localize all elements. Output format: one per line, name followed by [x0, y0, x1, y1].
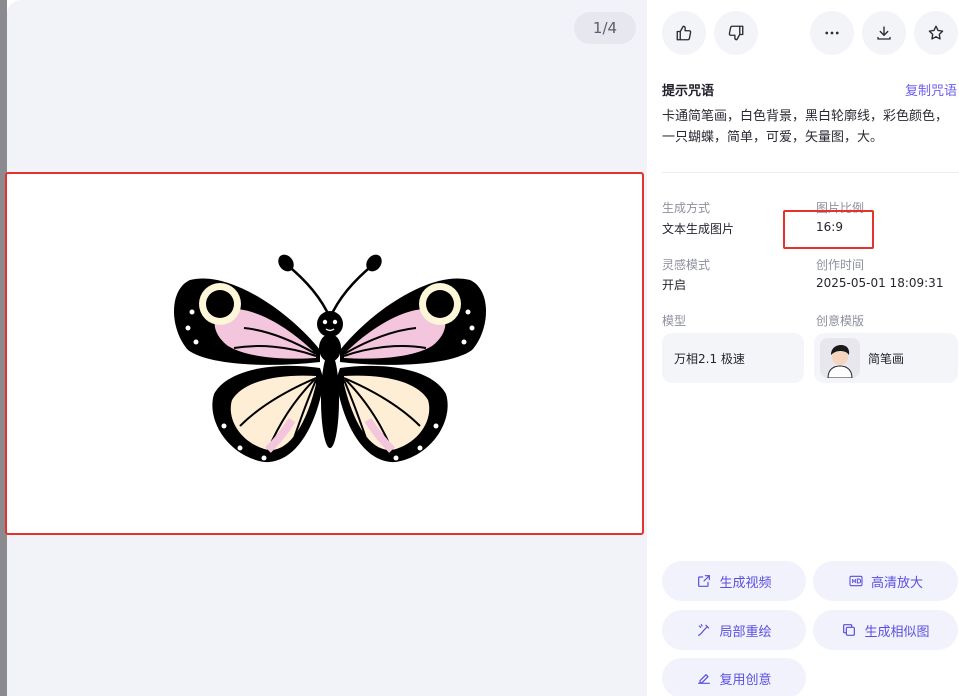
share-video-icon	[698, 575, 711, 587]
divider	[662, 172, 959, 173]
generate-video-label: 生成视频	[719, 575, 772, 591]
generate-video-button[interactable]: 生成视频	[662, 561, 806, 601]
copy-similar-icon	[843, 624, 856, 636]
hd-upscale-label: 高清放大	[870, 575, 923, 591]
hd-icon	[849, 575, 863, 587]
star-icon	[928, 25, 944, 40]
created-label: 创作时间	[816, 258, 865, 272]
gen-method-label: 生成方式	[662, 201, 711, 215]
thumbs-up-icon	[676, 25, 692, 41]
reuse-idea-label: 复用创意	[719, 672, 772, 688]
prompt-title: 提示咒语	[662, 84, 715, 99]
more-button[interactable]	[810, 11, 854, 55]
edit-icon	[698, 674, 711, 684]
model-label: 模型	[662, 314, 687, 328]
more-icon	[825, 31, 839, 35]
partial-redraw-label: 局部重绘	[719, 624, 772, 640]
avatar-illustration-icon	[820, 338, 860, 378]
inspiration-label: 灵感模式	[662, 258, 711, 272]
template-label: 创意模版	[816, 314, 865, 328]
model-card[interactable]: 万相2.1 极速	[662, 333, 804, 383]
hd-upscale-button[interactable]: 高清放大	[813, 561, 958, 601]
template-value: 简笔画	[868, 351, 905, 366]
download-button[interactable]	[862, 11, 906, 55]
generate-similar-button[interactable]: 生成相似图	[813, 610, 958, 650]
butterfly-image	[174, 254, 486, 463]
prompt-text: 卡通简笔画，白色背景，黑白轮廓线，彩色颜色，一只蝴蝶，简单，可爱，矢量图，大。	[662, 109, 949, 145]
template-avatar	[820, 338, 860, 378]
app-window: 1/4 提示咒语 复制咒语 卡通简笔画，白色背景，黑白轮廓线，彩色颜色，一只蝴蝶…	[0, 0, 959, 696]
generate-similar-label: 生成相似图	[864, 624, 930, 640]
gen-method-value: 文本生成图片	[662, 222, 735, 236]
template-card[interactable]: 简笔画	[814, 333, 958, 383]
dislike-button[interactable]	[714, 11, 758, 55]
created-value: 2025-05-01 18:09:31	[816, 276, 944, 290]
inspiration-value: 开启	[662, 278, 687, 292]
reuse-idea-button[interactable]: 复用创意	[662, 658, 806, 696]
page-counter: 1/4	[574, 12, 636, 44]
partial-redraw-button[interactable]: 局部重绘	[662, 610, 806, 650]
brush-icon	[698, 624, 710, 636]
ratio-highlight-box	[783, 210, 874, 249]
thumbs-down-icon	[728, 25, 744, 41]
favorite-button[interactable]	[914, 11, 958, 55]
copy-prompt-link[interactable]: 复制咒语	[905, 80, 957, 99]
like-button[interactable]	[662, 11, 706, 55]
download-icon	[877, 26, 891, 40]
model-value: 万相2.1 极速	[674, 351, 745, 366]
details-panel: 提示咒语 复制咒语 卡通简笔画，白色背景，黑白轮廓线，彩色颜色，一只蝴蝶，简单，…	[647, 0, 959, 696]
